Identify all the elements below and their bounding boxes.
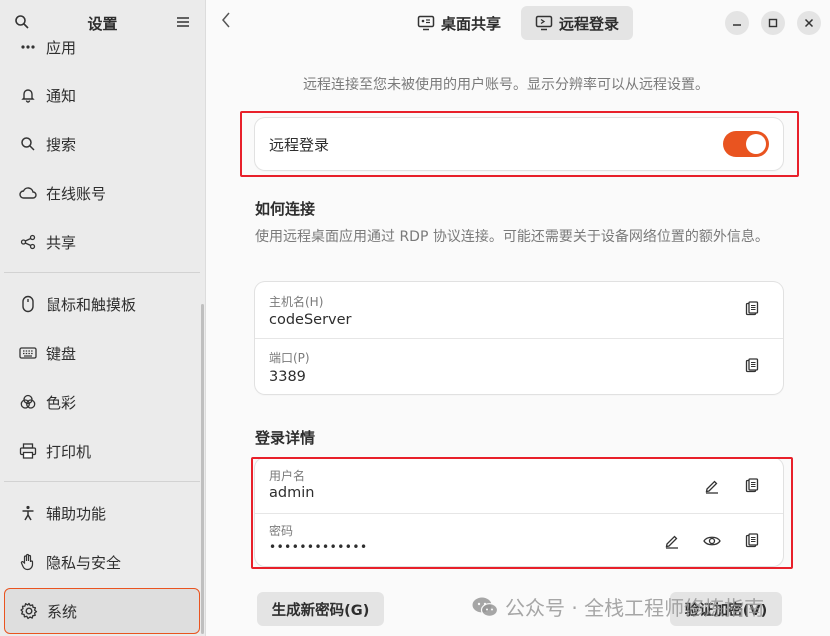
how-to-connect-description: 使用远程桌面应用通过 RDP 协议连接。可能还需要关于设备网络位置的额外信息。 [255,229,769,245]
sidebar-item-online-accounts[interactable]: 在线账号 [4,170,200,216]
username-value: admin [269,485,315,501]
watermark-text: 公众号 · 全栈工程师修炼指南 [505,596,765,620]
sidebar-divider [4,481,200,482]
tab-label: 远程登录 [559,14,620,33]
search-icon [18,134,38,154]
username-caption: 用户名 [269,469,306,483]
sidebar-item-label: 打印机 [46,442,92,461]
sidebar-item-privacy-security[interactable]: 隐私与安全 [4,539,200,585]
minimize-button[interactable] [725,11,749,35]
sidebar-item-label: 辅助功能 [46,504,107,523]
bell-icon [18,85,38,105]
desktop-sharing-icon [417,15,435,31]
copy-username-icon[interactable] [741,475,763,497]
sidebar-item-label: 鼠标和触摸板 [46,295,137,314]
close-button[interactable] [797,11,821,35]
sidebar-item-mouse-touchpad[interactable]: 鼠标和触摸板 [4,281,200,327]
tab-remote-login[interactable]: 远程登录 [521,6,634,40]
row-divider [255,338,783,339]
share-icon [18,232,38,252]
sidebar-item-sharing[interactable]: 共享 [4,219,200,265]
tab-label: 桌面共享 [441,14,502,33]
copy-password-icon[interactable] [741,530,763,552]
sidebar-item-label: 隐私与安全 [46,553,122,572]
sidebar-item-notifications[interactable]: 通知 [4,72,200,118]
hand-icon [18,552,38,572]
password-caption: 密码 [269,524,294,538]
watermark: 公众号 · 全栈工程师修炼指南 [471,592,764,621]
keyboard-icon [18,343,38,363]
accessibility-icon [18,503,38,523]
color-icon [18,392,38,412]
sidebar-item-accessibility[interactable]: 辅助功能 [4,490,200,536]
apps-icon [18,37,38,57]
sidebar-item-label: 共享 [46,233,77,252]
sidebar-item-label: 通知 [46,86,77,105]
generate-password-button[interactable]: 生成新密码(G) [257,592,384,626]
sidebar-scrollbar[interactable] [201,304,204,634]
password-value: ••••••••••••• [269,540,368,554]
sidebar-item-search[interactable]: 搜索 [4,121,200,167]
sidebar-item-keyboard[interactable]: 键盘 [4,330,200,376]
login-details-title: 登录详情 [255,429,316,447]
sidebar-item-color[interactable]: 色彩 [4,379,200,425]
edit-username-icon[interactable] [701,475,723,497]
printer-icon [18,441,38,461]
sidebar-item-label: 键盘 [46,344,77,363]
remote-login-label: 远程登录 [269,136,330,154]
remote-login-icon [535,15,553,31]
wechat-icon [471,596,499,618]
port-caption: 端口(P) [269,351,310,365]
sidebar-item-label: 系统 [47,602,78,621]
gear-icon [19,601,39,621]
copy-port-icon[interactable] [741,355,763,377]
mouse-icon [18,294,38,314]
sidebar-item-apps[interactable]: 应用 [4,24,200,70]
tab-desktop-sharing[interactable]: 桌面共享 [403,6,515,40]
remote-login-switch[interactable] [723,131,769,157]
back-icon[interactable] [221,11,231,34]
sidebar: 设置 应用 通知 搜索 在线账号 共享 鼠标和触摸板 键盘 色彩 打印机 辅助功… [0,0,206,636]
port-value: 3389 [269,369,306,385]
maximize-button[interactable] [761,11,785,35]
sidebar-item-printers[interactable]: 打印机 [4,428,200,474]
copy-hostname-icon[interactable] [741,298,763,320]
login-details-card: 用户名 admin 密码 ••••••••••••• [255,458,783,566]
cloud-icon [18,183,38,203]
sidebar-item-system[interactable]: 系统 [4,588,200,634]
hostname-value: codeServer [269,312,352,328]
intro-text: 远程连接至您未被使用的用户账号。显示分辨率可以从远程设置。 [303,77,709,93]
edit-password-icon[interactable] [661,530,683,552]
how-to-connect-title: 如何连接 [255,200,316,218]
remote-login-card: 远程登录 [255,118,783,170]
sidebar-divider [4,272,200,273]
row-divider [255,513,783,514]
sidebar-item-label: 搜索 [46,135,77,154]
sidebar-item-label: 色彩 [46,393,77,412]
hostname-caption: 主机名(H) [269,295,324,309]
switch-knob [746,134,766,154]
connection-card: 主机名(H) codeServer 端口(P) 3389 [255,282,783,394]
show-password-eye-icon[interactable] [701,530,723,552]
sidebar-item-label: 在线账号 [46,184,107,203]
header-bar: 桌面共享 远程登录 [207,0,830,46]
sidebar-item-label: 应用 [46,38,77,57]
